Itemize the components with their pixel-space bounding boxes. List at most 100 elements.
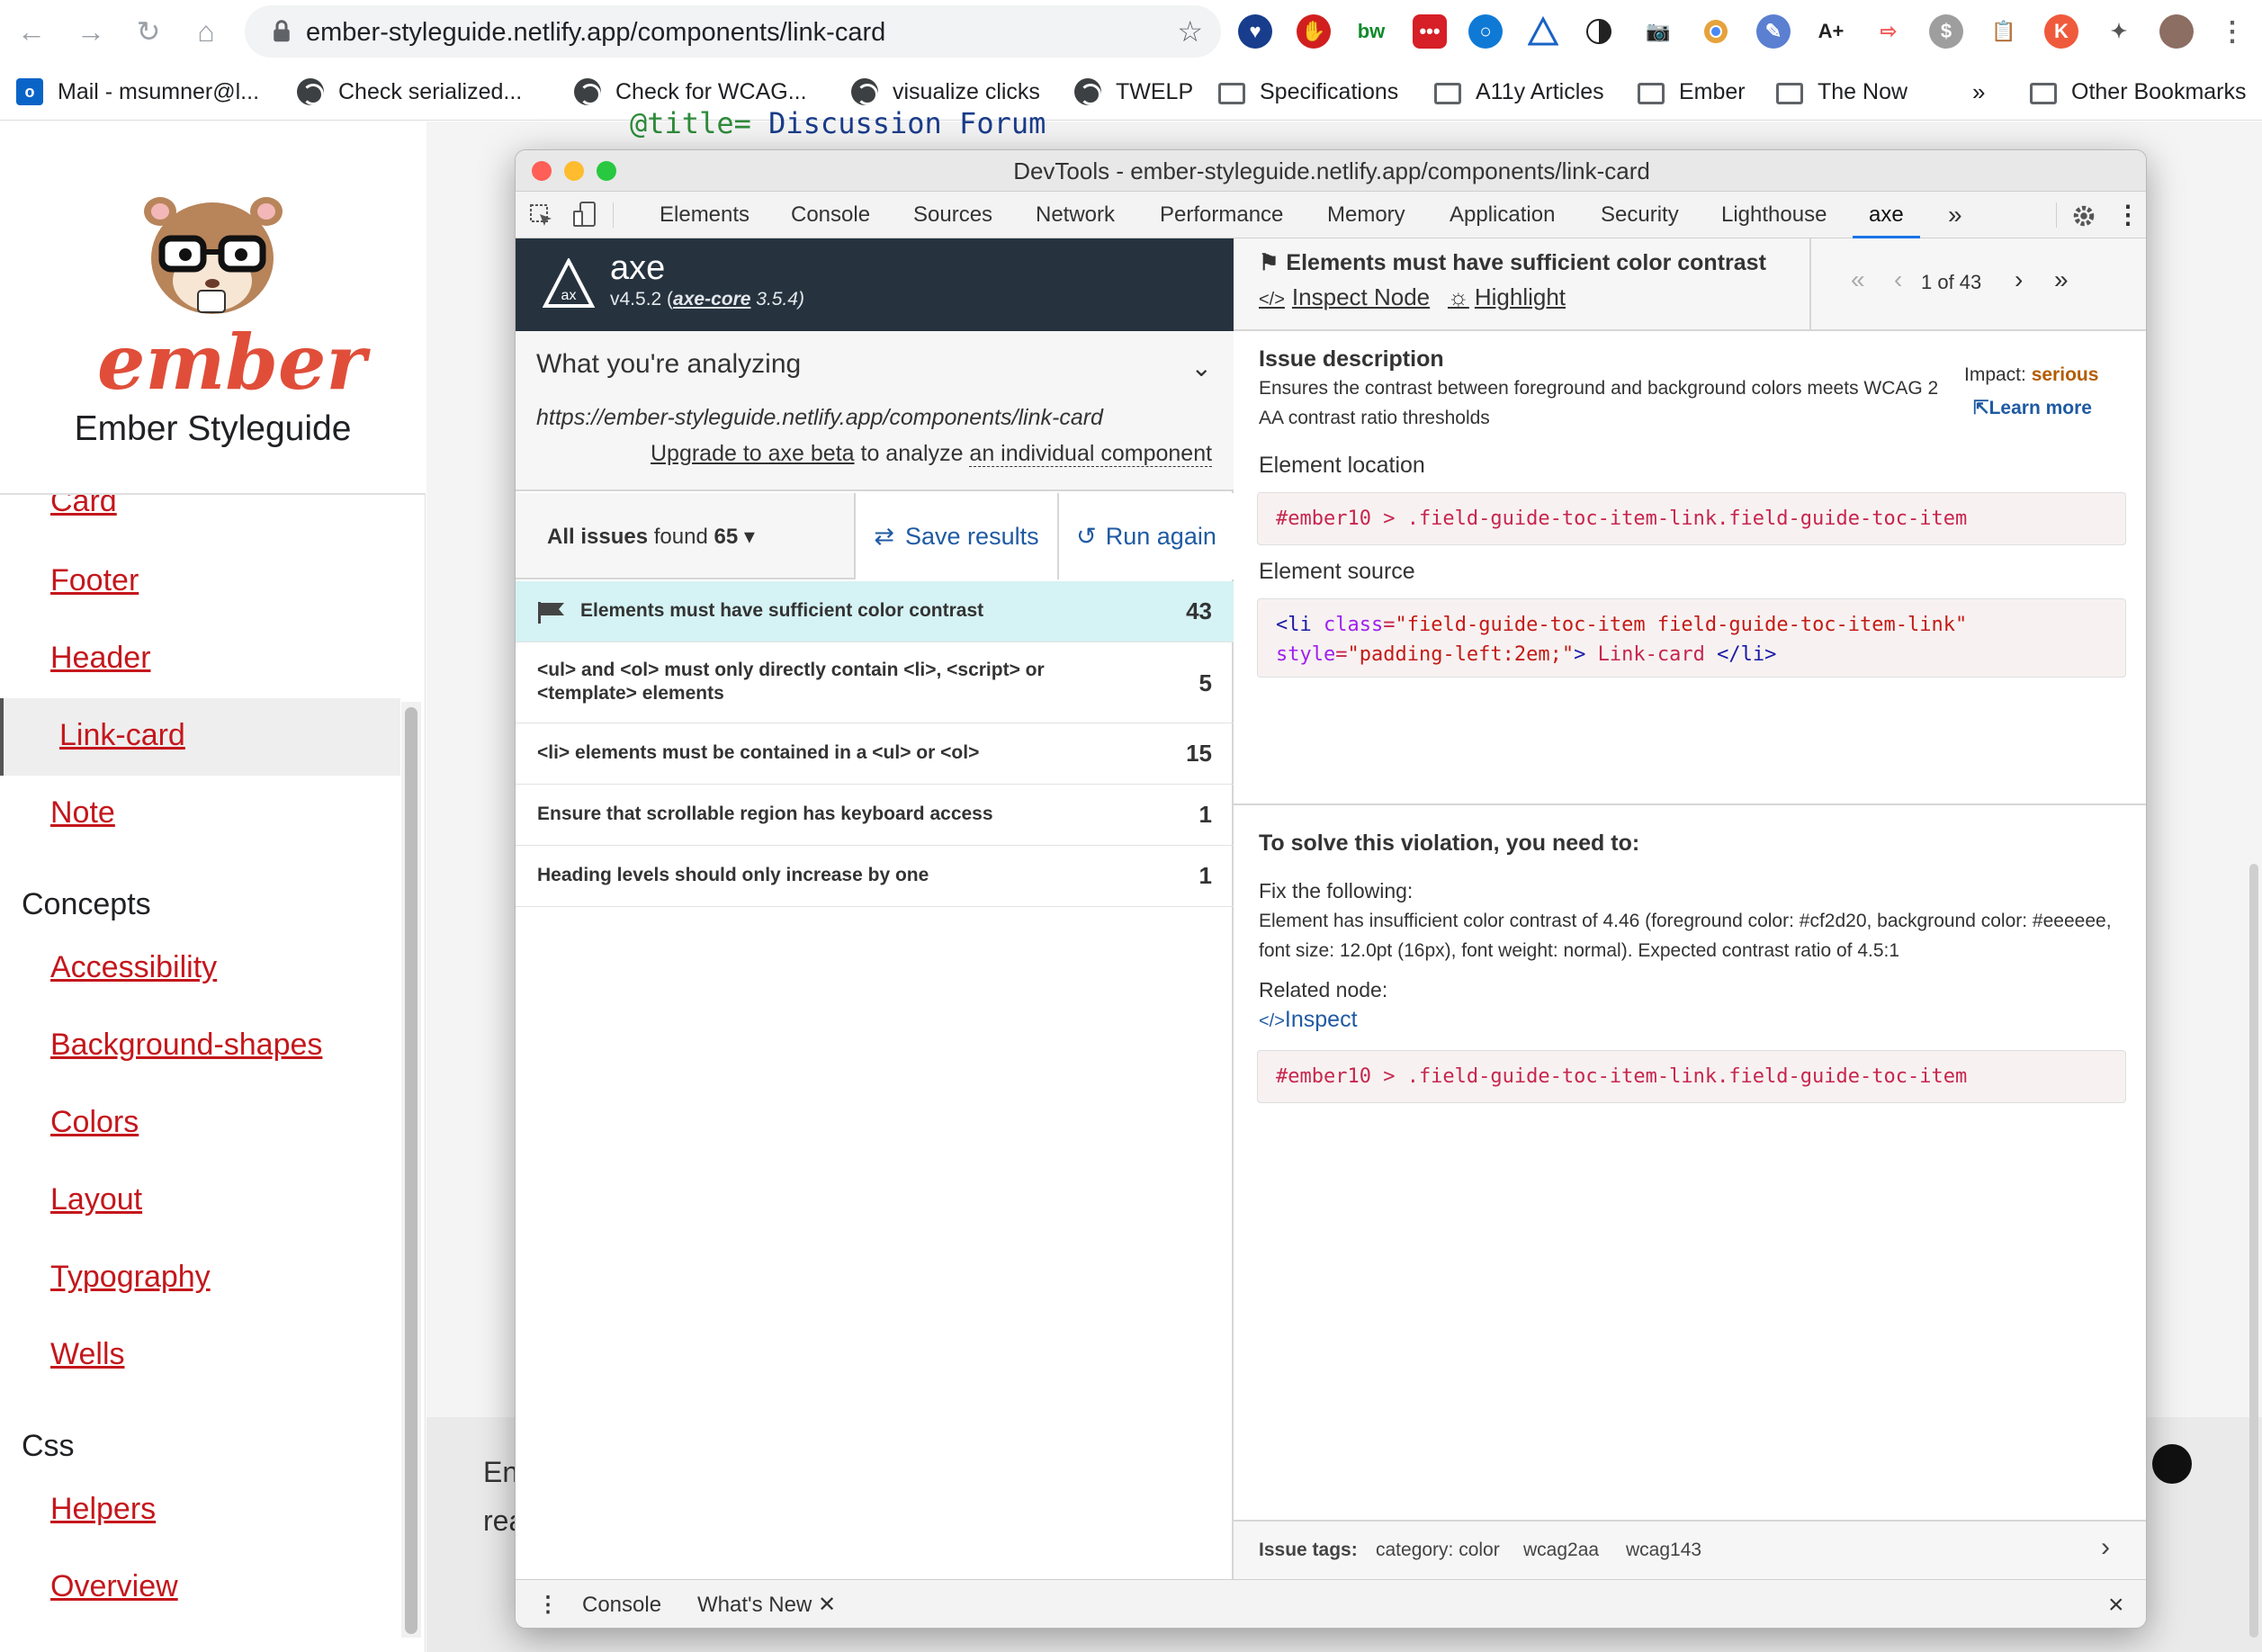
address-bar[interactable]: ember-styleguide.netlify.app/components/… <box>245 5 1221 58</box>
bookmark-folder[interactable]: The Now <box>1776 76 1907 108</box>
forward-arrow-icon[interactable]: → <box>68 9 113 54</box>
tab-axe[interactable]: axe <box>1853 192 1920 238</box>
bookmark-item[interactable]: visualize clicks <box>851 76 1040 108</box>
axe-core-link[interactable]: axe-core <box>673 289 750 310</box>
page-scrollbar-right[interactable] <box>2249 864 2258 1638</box>
device-toggle-icon[interactable] <box>571 201 598 229</box>
close-drawer-icon[interactable]: × <box>2108 1580 2124 1628</box>
extension-camera-icon[interactable]: 📷 <box>1641 14 1675 49</box>
bookmark-folder[interactable]: Other Bookmarks <box>2030 76 2247 108</box>
nav-link-header[interactable]: Header <box>50 641 151 676</box>
tab-lighthouse[interactable]: Lighthouse <box>1721 192 1827 238</box>
bookmarks-overflow-icon[interactable]: » <box>1972 76 1985 108</box>
next-page-icon[interactable]: › <box>2015 265 2023 294</box>
folder-icon <box>1776 82 1803 104</box>
tab-separator <box>613 202 614 228</box>
nav-link-wells[interactable]: Wells <box>50 1337 125 1372</box>
extension-dollar-icon[interactable]: $ <box>1929 14 1963 49</box>
issues-filter-dropdown[interactable]: All issues found 65 ▾ <box>547 524 755 550</box>
bookmark-folder[interactable]: A11y Articles <box>1434 76 1604 108</box>
nav-link-link-card[interactable]: Link-card <box>59 718 185 753</box>
drawer-menu-icon[interactable]: ⋮ <box>537 1580 559 1628</box>
tab-elements[interactable]: Elements <box>660 192 750 238</box>
tab-memory[interactable]: Memory <box>1327 192 1405 238</box>
tab-console[interactable]: Console <box>791 192 870 238</box>
inspect-element-icon[interactable] <box>528 202 555 229</box>
home-icon[interactable]: ⌂ <box>184 9 229 54</box>
bookmark-folder[interactable]: Specifications <box>1218 76 1398 108</box>
element-location-code[interactable]: #ember10 > .field-guide-toc-item-link.fi… <box>1257 492 2126 545</box>
sidebar-scrollbar[interactable] <box>401 702 421 1638</box>
issues-toolbar: All issues found 65 ▾ ⇄ Save results ↺ Run… <box>516 493 1234 579</box>
extension-pen-icon[interactable]: ✎ <box>1756 14 1791 49</box>
back-arrow-icon[interactable]: ← <box>9 9 54 54</box>
prev-page-icon[interactable]: ‹ <box>1894 265 1902 294</box>
bookmark-item[interactable]: Check serialized... <box>297 76 522 108</box>
issue-row[interactable]: <ul> and <ol> must only directly contain… <box>516 642 1234 723</box>
issue-row[interactable]: Elements must have sufficient color cont… <box>516 581 1234 642</box>
sidebar-scrollbar-thumb[interactable] <box>405 707 417 1634</box>
nav-link-background-shapes[interactable]: Background-shapes <box>50 1028 322 1063</box>
extension-axe-icon[interactable] <box>1526 14 1560 49</box>
nav-link-note[interactable]: Note <box>50 795 115 830</box>
tab-overflow-icon[interactable]: » <box>1948 192 1962 238</box>
profile-avatar[interactable] <box>2159 14 2194 49</box>
globe-icon <box>574 78 601 105</box>
inspect-node-link[interactable]: </> Inspect Node <box>1259 283 1430 311</box>
nav-link-helpers[interactable]: Helpers <box>50 1492 156 1527</box>
bookmark-item[interactable]: o Mail - msumner@l... <box>16 76 259 108</box>
tab-performance[interactable]: Performance <box>1160 192 1283 238</box>
bookmark-folder[interactable]: Ember <box>1638 76 1746 108</box>
save-results-button[interactable]: ⇄ Save results <box>854 493 1057 579</box>
issue-row[interactable]: <li> elements must be contained in a <ul… <box>516 723 1234 785</box>
run-again-button[interactable]: ↺ Run again <box>1057 493 1234 579</box>
extension-lastpass-icon[interactable]: ••• <box>1413 14 1447 49</box>
upgrade-link[interactable]: Upgrade to axe beta <box>651 441 855 466</box>
first-page-icon[interactable]: « <box>1851 265 1865 294</box>
tab-application[interactable]: Application <box>1450 192 1555 238</box>
extension-ring-icon[interactable]: ○ <box>1468 14 1503 49</box>
element-source-code[interactable]: <li class="field-guide-toc-item field-gu… <box>1257 598 2126 678</box>
tab-sources[interactable]: Sources <box>913 192 992 238</box>
bookmark-item[interactable]: TWELP <box>1074 76 1193 108</box>
extension-heart-icon[interactable]: ♥ <box>1238 14 1272 49</box>
globe-icon <box>297 78 324 105</box>
last-page-icon[interactable]: » <box>2054 265 2069 294</box>
extension-aplus-icon[interactable]: A+ <box>1814 14 1848 49</box>
chevron-down-icon[interactable]: ⌄ <box>1191 353 1212 382</box>
extension-pointer-icon[interactable]: ⇨ <box>1872 14 1906 49</box>
bookmark-item[interactable]: Check for WCAG... <box>574 76 807 108</box>
extension-stop-hand-icon[interactable]: ✋ <box>1297 14 1331 49</box>
extension-clipboard-icon[interactable]: 📋 <box>1987 14 2021 49</box>
highlight-link[interactable]: ☼ Highlight <box>1448 283 1566 311</box>
nav-link-layout[interactable]: Layout <box>50 1182 142 1217</box>
browser-menu-icon[interactable]: ⋮ <box>2215 14 2249 49</box>
extension-contrast-icon[interactable] <box>1582 14 1616 49</box>
learn-more-link[interactable]: ⇱Learn more <box>1973 397 2092 419</box>
devtools-menu-icon[interactable]: ⋮ <box>2115 192 2141 238</box>
nav-link-typography[interactable]: Typography <box>50 1260 211 1295</box>
extension-k-icon[interactable]: K <box>2044 14 2078 49</box>
extension-bw-icon[interactable]: bw <box>1354 14 1388 49</box>
bookmark-star-icon[interactable]: ☆ <box>1177 14 1203 49</box>
nav-link-overview[interactable]: Overview <box>50 1569 178 1604</box>
nav-link-colors[interactable]: Colors <box>50 1105 139 1140</box>
extension-chrome-icon[interactable] <box>1699 14 1733 49</box>
reload-icon[interactable]: ↻ <box>126 9 171 54</box>
address-url[interactable]: ember-styleguide.netlify.app/components/… <box>306 18 885 48</box>
related-node-code[interactable]: #ember10 > .field-guide-toc-item-link.fi… <box>1257 1050 2126 1103</box>
github-icon[interactable] <box>2152 1444 2192 1484</box>
tab-security[interactable]: Security <box>1601 192 1679 238</box>
issue-row[interactable]: Ensure that scrollable region has keyboa… <box>516 785 1234 846</box>
nav-link-accessibility[interactable]: Accessibility <box>50 950 217 985</box>
chevron-right-icon[interactable]: › <box>2101 1532 2110 1563</box>
extensions-puzzle-icon[interactable]: ✦ <box>2102 14 2136 49</box>
nav-link-footer[interactable]: Footer <box>50 563 139 598</box>
issue-row[interactable]: Heading levels should only increase by o… <box>516 846 1234 907</box>
inspect-link[interactable]: </>Inspect <box>1259 1007 1358 1033</box>
drawer-tab-console[interactable]: Console <box>582 1580 661 1628</box>
settings-gear-icon[interactable] <box>2070 202 2097 229</box>
tab-network[interactable]: Network <box>1036 192 1115 238</box>
drawer-tab-whats-new[interactable]: What's New ✕ <box>681 1580 852 1628</box>
close-tab-icon[interactable]: ✕ <box>818 1593 836 1617</box>
